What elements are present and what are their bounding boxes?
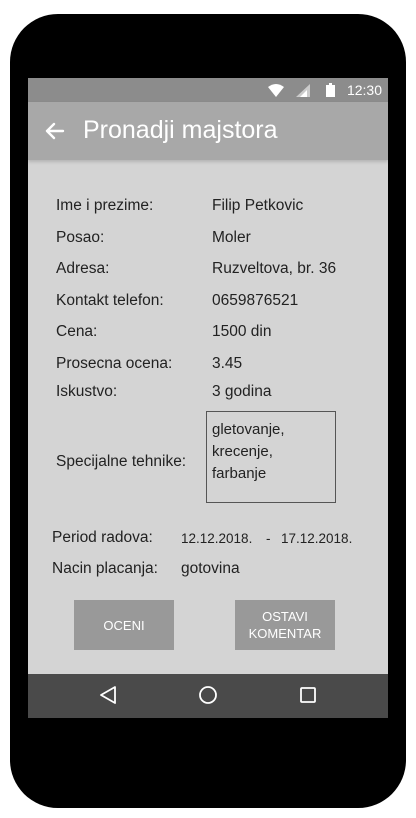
- wifi-icon: [268, 84, 284, 97]
- experience-value: 3 godina: [212, 383, 272, 400]
- payment-label: Nacin placanja:: [52, 560, 158, 577]
- techniques-box: gletovanje, krecenje, farbanje: [206, 411, 336, 503]
- period-end-date: 17.12.2018.: [281, 531, 353, 546]
- rate-button-label: OCENI: [103, 617, 145, 633]
- recents-square-icon[interactable]: [299, 686, 317, 704]
- status-bar: 12:30: [28, 78, 388, 102]
- techniques-label: Specijalne tehnike:: [56, 453, 187, 470]
- comment-button-line2: KOMENTAR: [248, 626, 322, 641]
- status-time: 12:30: [346, 82, 382, 98]
- leave-comment-button[interactable]: OSTAVI KOMENTAR: [235, 600, 335, 650]
- comment-button-line1: OSTAVI: [262, 609, 308, 624]
- price-label: Cena:: [56, 323, 98, 340]
- phone-frame: 12:30 Pronadji majstora Ime i prezime: F…: [10, 14, 406, 808]
- phone-value[interactable]: 0659876521: [212, 292, 298, 310]
- back-arrow-icon[interactable]: [44, 120, 66, 142]
- nav-bar: [28, 674, 388, 718]
- payment-value: gotovina: [181, 560, 240, 577]
- phone-label: Kontakt telefon:: [56, 292, 164, 309]
- address-value: Ruzveltova, br. 36: [212, 260, 337, 277]
- home-circle-icon[interactable]: [198, 685, 218, 705]
- battery-icon: [326, 83, 335, 97]
- signal-icon: [296, 84, 310, 97]
- app-bar: Pronadji majstora: [28, 102, 388, 160]
- period-start-date: 12.12.2018.: [181, 531, 253, 546]
- technique-item: gletovanje,: [212, 421, 285, 438]
- job-value: Moler: [212, 229, 251, 246]
- page-title: Pronadji majstora: [83, 116, 278, 144]
- price-value: 1500 din: [212, 323, 272, 340]
- rating-label: Prosecna ocena:: [56, 355, 173, 372]
- period-label: Period radova:: [52, 529, 153, 546]
- address-label: Adresa:: [56, 260, 110, 277]
- period-separator: -: [266, 531, 271, 546]
- screen: 12:30 Pronadji majstora Ime i prezime: F…: [28, 78, 388, 718]
- job-label: Posao:: [56, 229, 105, 246]
- name-value: Filip Petkovic: [212, 197, 304, 214]
- experience-label: Iskustvo:: [56, 383, 118, 400]
- name-label: Ime i prezime:: [56, 197, 154, 214]
- rate-button[interactable]: OCENI: [74, 600, 174, 650]
- technique-item: farbanje: [212, 465, 267, 482]
- rating-value: 3.45: [212, 355, 243, 372]
- technique-item: krecenje,: [212, 443, 273, 460]
- back-triangle-icon[interactable]: [99, 685, 117, 705]
